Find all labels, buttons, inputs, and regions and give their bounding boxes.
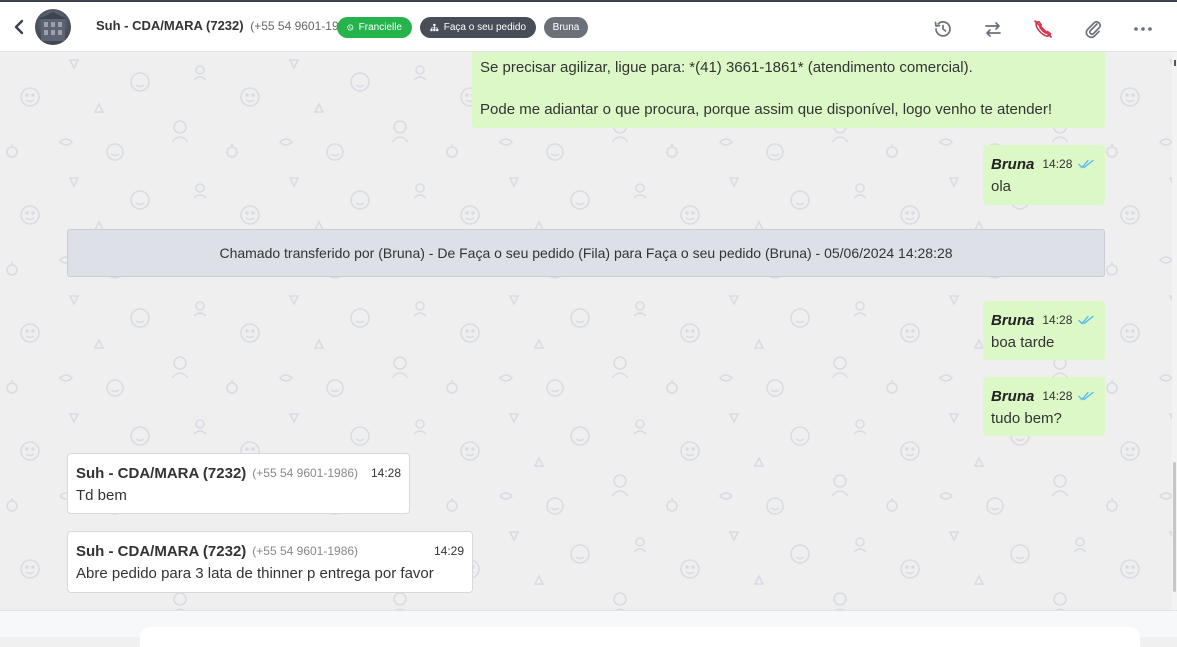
message-sender: Bruna xyxy=(991,311,1035,329)
message-sender: Bruna xyxy=(991,155,1035,173)
contact-title[interactable]: Suh - CDA/MARA (7232) (+55 54 9601-1986) xyxy=(96,18,356,33)
tag-queue[interactable]: Faça o seu pedido xyxy=(420,17,536,38)
message-bubble-outgoing[interactable]: Bruna 14:28 tudo bem? xyxy=(983,377,1105,436)
message-sender-phone: (+55 54 9601-1986) xyxy=(252,466,359,480)
chat-area[interactable]: Se precisar agilizar, ligue para: *(41) … xyxy=(0,52,1172,610)
message-input[interactable] xyxy=(140,627,1140,647)
tag-connection-label: Francielle xyxy=(358,22,402,33)
message-text: Abre pedido para 3 lata de thinner p ent… xyxy=(76,565,434,582)
message-time: 14:28 xyxy=(1042,389,1073,403)
tag-agent-label: Bruna xyxy=(552,22,580,33)
sitemap-icon xyxy=(430,23,439,32)
message-bubble-outgoing[interactable]: Se precisar agilizar, ligue para: *(41) … xyxy=(472,52,1105,128)
message-bubble-incoming[interactable]: Suh - CDA/MARA (7232) (+55 54 9601-1986)… xyxy=(67,453,410,514)
message-sender: Suh - CDA/MARA (7232) xyxy=(76,464,247,482)
tag-queue-label: Faça o seu pedido xyxy=(443,22,526,33)
paperclip-icon[interactable] xyxy=(1082,18,1104,40)
transfer-icon[interactable] xyxy=(982,18,1004,40)
message-sender: Suh - CDA/MARA (7232) xyxy=(76,542,247,560)
system-notice-text: Chamado transferido por (Bruna) - De Faç… xyxy=(219,245,953,261)
system-transfer-notice: Chamado transferido por (Bruna) - De Faç… xyxy=(67,229,1105,277)
scrollbar-up-marker xyxy=(1174,60,1176,66)
tag-agent[interactable]: Bruna xyxy=(544,17,588,38)
tag-connection[interactable]: Francielle xyxy=(337,17,412,38)
message-meta: Suh - CDA/MARA (7232) (+55 54 9601-1986)… xyxy=(76,542,464,560)
message-bubble-outgoing[interactable]: Bruna 14:28 ola xyxy=(983,145,1105,205)
contact-avatar[interactable] xyxy=(35,9,71,45)
message-meta: Bruna 14:28 xyxy=(991,387,1097,405)
message-bubble-outgoing[interactable]: Bruna 14:28 boa tarde xyxy=(983,301,1105,360)
read-receipt-icon xyxy=(1078,159,1095,169)
message-time: 14:29 xyxy=(433,544,464,558)
history-icon[interactable] xyxy=(932,18,954,40)
read-receipt-icon xyxy=(1078,391,1095,401)
back-arrow-icon[interactable] xyxy=(10,17,28,37)
message-time: 14:28 xyxy=(370,466,401,480)
end-call-icon[interactable] xyxy=(1032,18,1054,40)
message-text: Se precisar agilizar, ligue para: *(41) … xyxy=(480,59,973,76)
message-time: 14:28 xyxy=(1042,313,1073,327)
chat-header: Suh - CDA/MARA (7232) (+55 54 9601-1986)… xyxy=(0,0,1177,52)
message-text: Td bem xyxy=(76,487,127,504)
message-sender-phone: (+55 54 9601-1986) xyxy=(252,544,359,558)
message-meta: Bruna 14:28 xyxy=(991,311,1097,329)
chat-scrollbar-thumb[interactable] xyxy=(1173,462,1176,592)
contact-name: Suh - CDA/MARA (7232) xyxy=(96,18,244,33)
message-text: ola xyxy=(991,178,1012,195)
message-time: 14:28 xyxy=(1042,157,1073,171)
message-sender: Bruna xyxy=(991,387,1035,405)
message-bubble-incoming[interactable]: Suh - CDA/MARA (7232) (+55 54 9601-1986)… xyxy=(67,531,473,593)
composer-area xyxy=(0,610,1177,647)
message-text: boa tarde xyxy=(991,334,1055,351)
read-receipt-icon xyxy=(1078,315,1095,325)
message-text: tudo bem? xyxy=(991,410,1062,427)
message-text: Pode me adiantar o que procura, porque a… xyxy=(480,101,1053,118)
message-meta: Suh - CDA/MARA (7232) (+55 54 9601-1986)… xyxy=(76,464,401,482)
message-meta: Bruna 14:28 xyxy=(991,155,1097,173)
more-icon[interactable] xyxy=(1132,18,1154,40)
whatsapp-icon xyxy=(347,24,354,31)
